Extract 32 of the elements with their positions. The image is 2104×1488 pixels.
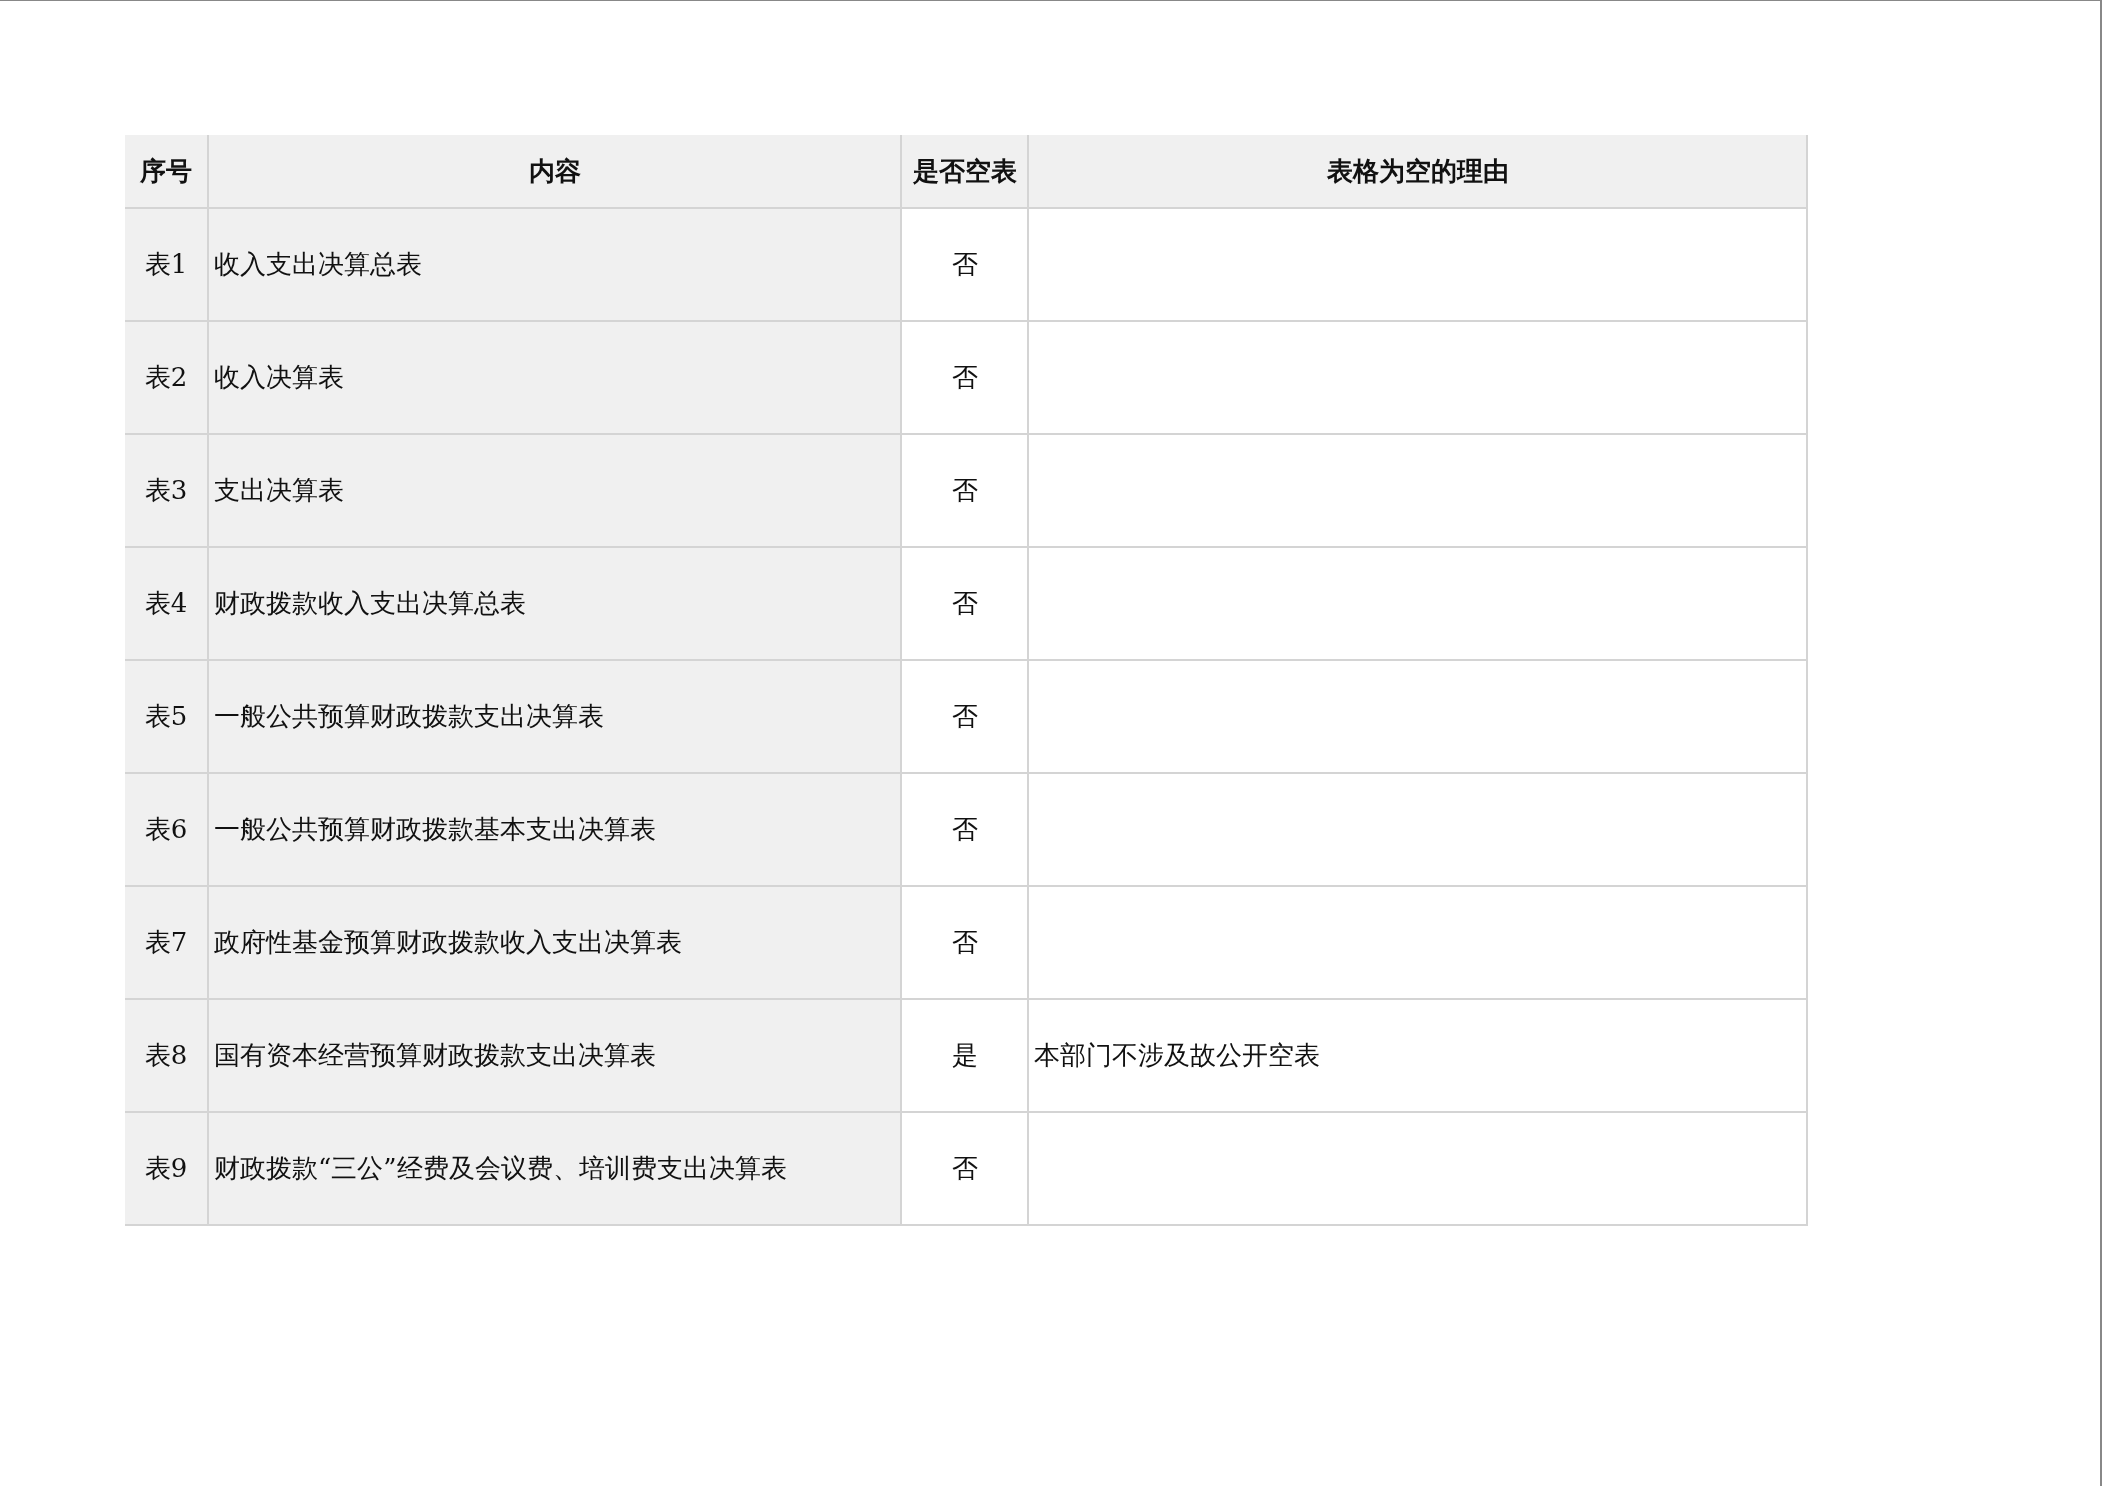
table-cell: 否 xyxy=(900,772,1027,885)
table-cell: 表9 xyxy=(125,1111,207,1224)
table-cell: 否 xyxy=(900,320,1027,433)
table-cell: 表3 xyxy=(125,433,207,546)
table-cell: 国有资本经营预算财政拨款支出决算表 xyxy=(207,998,900,1111)
table-cell: 一般公共预算财政拨款支出决算表 xyxy=(207,659,900,772)
table-cell: 支出决算表 xyxy=(207,433,900,546)
column-header: 表格为空的理由 xyxy=(1027,135,1806,207)
table-cell: 表7 xyxy=(125,885,207,998)
column-header: 内容 xyxy=(207,135,900,207)
table-cell: 财政拨款收入支出决算总表 xyxy=(207,546,900,659)
table-cell: 表2 xyxy=(125,320,207,433)
table-cell: 否 xyxy=(900,433,1027,546)
table-cell: 本部门不涉及故公开空表 xyxy=(1027,998,1806,1111)
table-cell: 收入决算表 xyxy=(207,320,900,433)
table-cell: 政府性基金预算财政拨款收入支出决算表 xyxy=(207,885,900,998)
column-header: 是否空表 xyxy=(900,135,1027,207)
table-cell: 表6 xyxy=(125,772,207,885)
table-cell: 表5 xyxy=(125,659,207,772)
table-cell: 否 xyxy=(900,546,1027,659)
column-header: 序号 xyxy=(125,135,207,207)
table-cell: 否 xyxy=(900,659,1027,772)
table-cell: 否 xyxy=(900,207,1027,320)
table-cell: 是 xyxy=(900,998,1027,1111)
table-cell: 否 xyxy=(900,885,1027,998)
table-cell: 收入支出决算总表 xyxy=(207,207,900,320)
table-cell: 表1 xyxy=(125,207,207,320)
table-cell: 表8 xyxy=(125,998,207,1111)
table-cell: 财政拨款“三公”经费及会议费、培训费支出决算表 xyxy=(207,1111,900,1224)
table-cell: 一般公共预算财政拨款基本支出决算表 xyxy=(207,772,900,885)
table-cell: 表4 xyxy=(125,546,207,659)
table-cell: 否 xyxy=(900,1111,1027,1224)
